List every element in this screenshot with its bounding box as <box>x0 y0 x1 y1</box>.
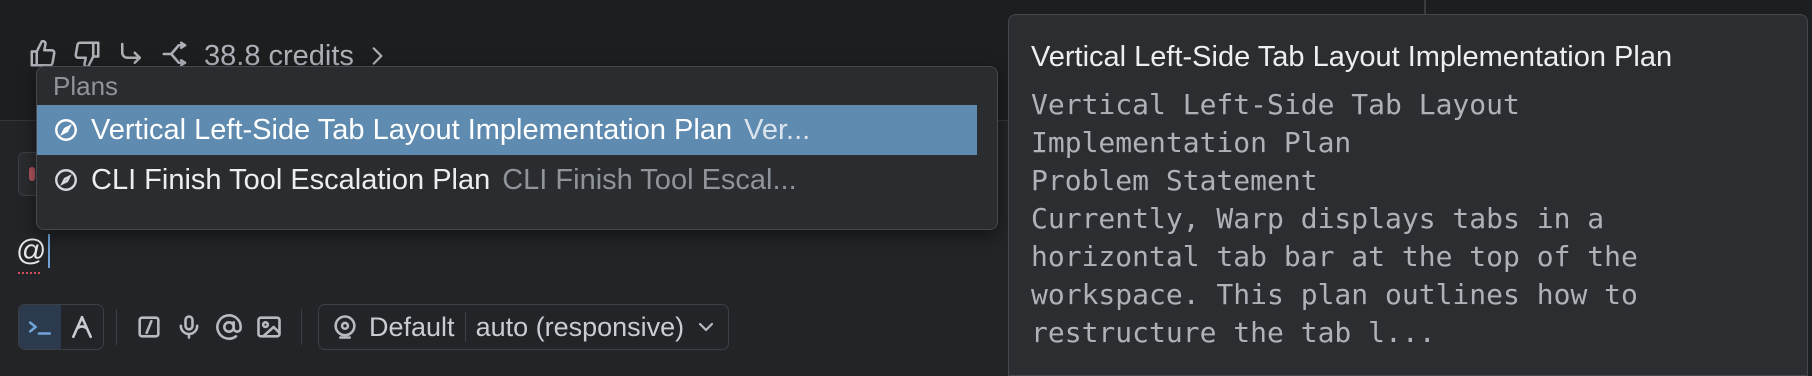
plan-item[interactable]: CLI Finish Tool Escalation Plan CLI Fini… <box>37 155 997 205</box>
app-window: 38.8 credits @ Default auto (responsive)… <box>0 0 1812 376</box>
prompt-input-text: @ <box>16 234 47 267</box>
plan-item-preview: Ver... <box>744 113 811 146</box>
spellcheck-underline <box>18 271 40 274</box>
preview-title: Vertical Left-Side Tab Layout Implementa… <box>1031 41 1673 73</box>
compass-icon <box>55 119 77 141</box>
plan-item-title: CLI Finish Tool Escalation Plan <box>91 163 491 196</box>
terminal-mode-button[interactable] <box>19 305 61 349</box>
model-profile-label: Default <box>369 311 455 342</box>
mention-button[interactable] <box>209 307 249 347</box>
profile-icon <box>334 315 356 339</box>
chevron-down-icon <box>699 322 714 332</box>
slash-command-icon <box>138 316 160 338</box>
microphone-icon <box>179 315 199 339</box>
attach-image-button[interactable] <box>249 307 289 347</box>
image-icon <box>257 316 281 338</box>
plan-preview-panel: Vertical Left-Side Tab Layout Implementa… <box>1008 14 1808 376</box>
model-selector[interactable]: Default auto (responsive) <box>318 304 730 350</box>
text-caret <box>48 234 51 268</box>
voice-input-button[interactable] <box>169 307 209 347</box>
slash-command-button[interactable] <box>129 307 169 347</box>
model-divider <box>464 312 466 342</box>
compass-icon <box>55 169 77 191</box>
agent-mode-button[interactable] <box>61 305 103 349</box>
plan-item-preview: CLI Finish Tool Escal... <box>502 163 797 196</box>
agent-icon <box>72 315 92 339</box>
input-toolbar: Default auto (responsive) <box>18 304 730 350</box>
chip-marker-icon <box>29 167 35 181</box>
plans-menu: Plans Vertical Left-Side Tab Layout Impl… <box>36 66 998 230</box>
plan-item[interactable]: Vertical Left-Side Tab Layout Implementa… <box>37 105 977 155</box>
plans-menu-header: Plans <box>53 70 119 101</box>
terminal-icon <box>28 321 52 335</box>
toolbar-separator <box>301 309 302 345</box>
plan-item-title: Vertical Left-Side Tab Layout Implementa… <box>91 113 733 146</box>
mode-toggle <box>18 304 104 350</box>
prompt-input[interactable]: @ <box>16 234 51 274</box>
toolbar-separator <box>116 309 117 345</box>
model-name-label: auto (responsive) <box>475 311 685 342</box>
at-sign-icon <box>216 314 242 340</box>
preview-body: Vertical Left-Side Tab Layout Implementa… <box>1031 88 1638 349</box>
